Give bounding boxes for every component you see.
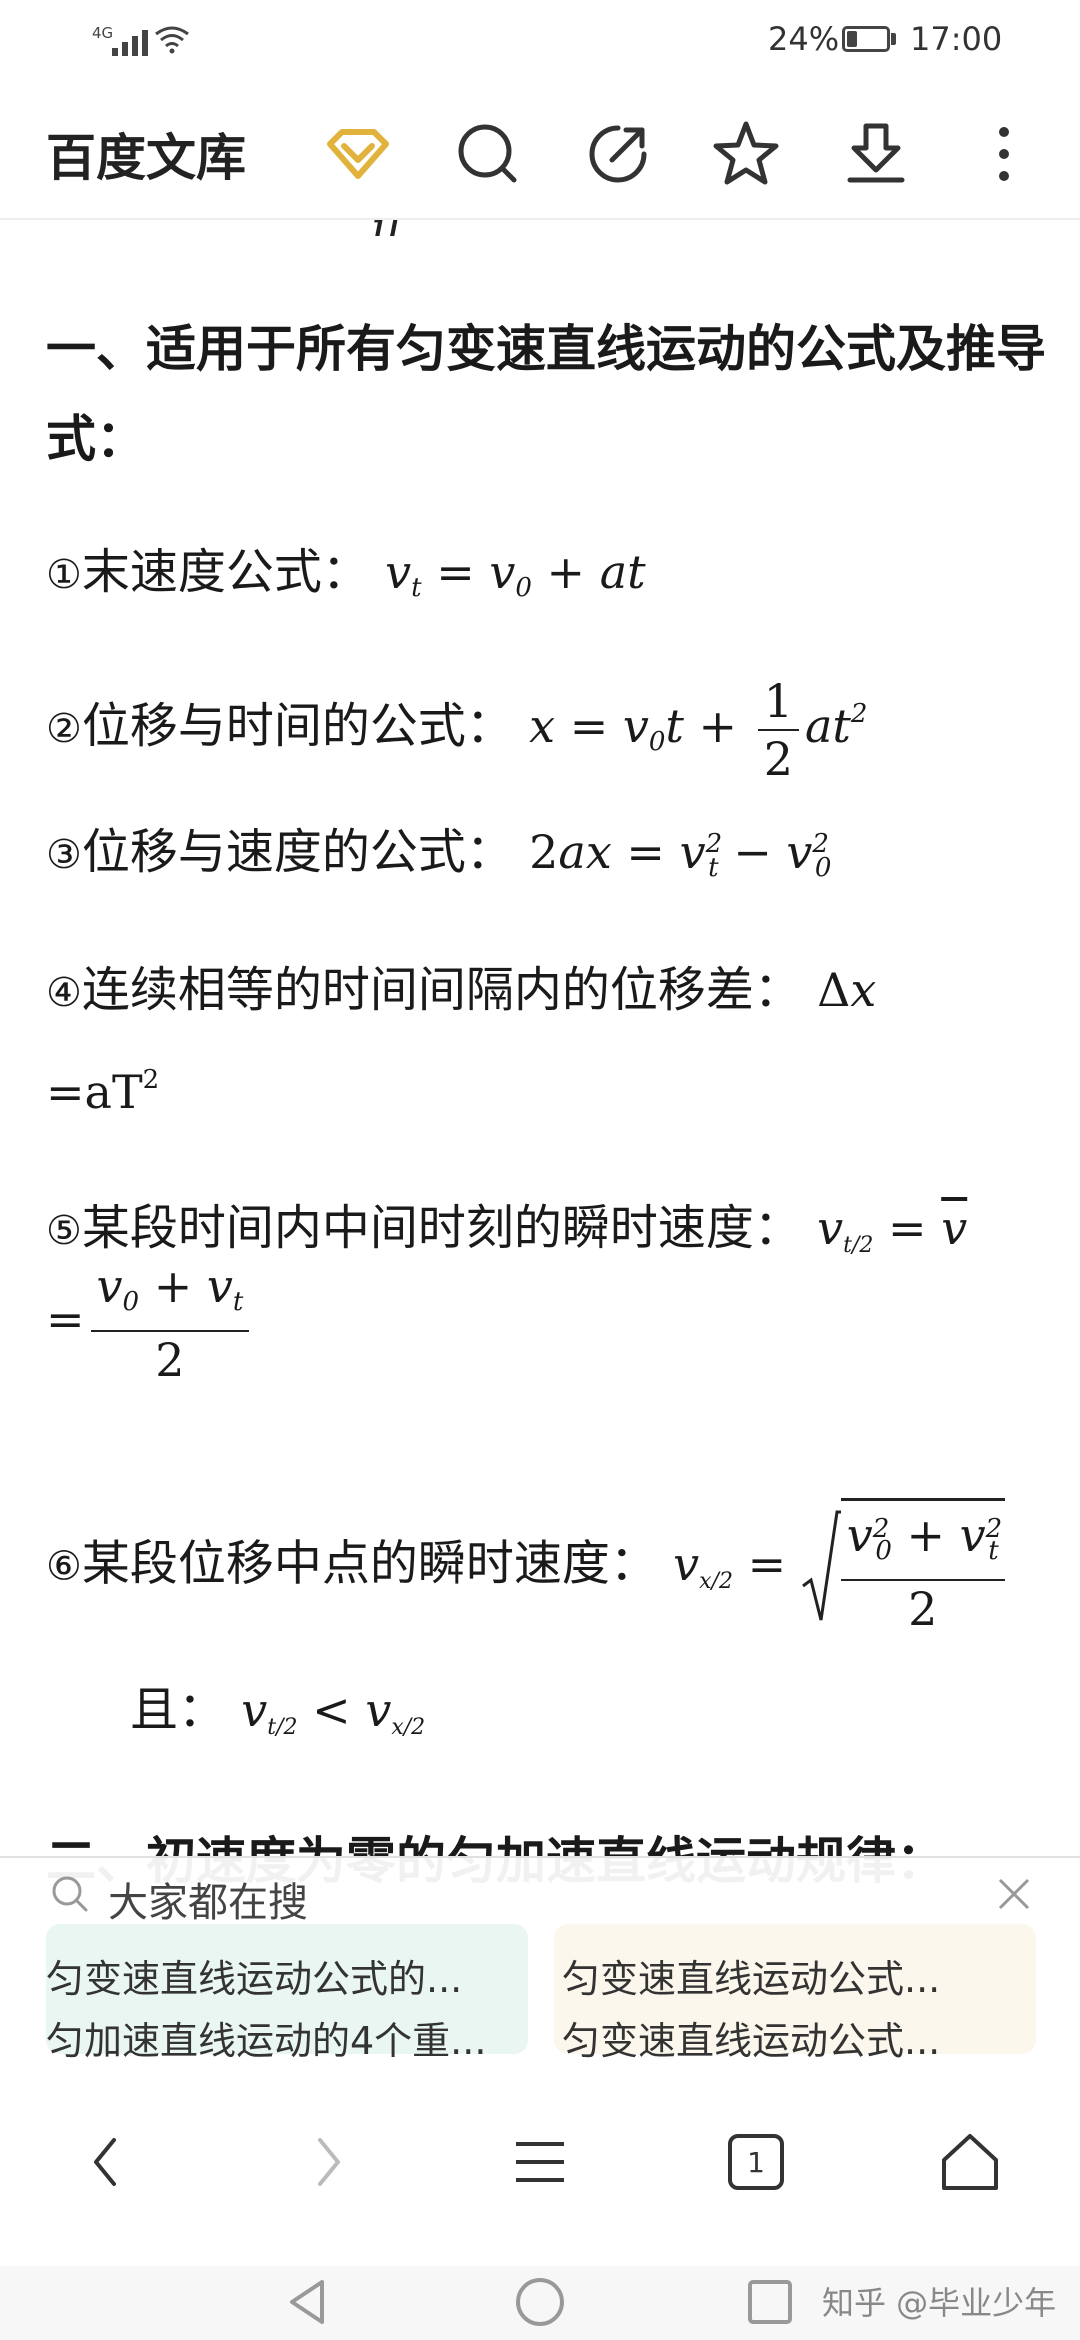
formula-line-5-cont: = v0 + vt 2 xyxy=(46,1258,255,1388)
close-icon[interactable] xyxy=(990,1870,1038,1918)
formula-line-4: ④连续相等的时间间隔内的位移差： Δx xyxy=(46,962,877,1018)
section-title-1: 一、适用于所有匀变速直线运动的公式及推导式： xyxy=(46,320,1046,468)
back-icon[interactable] xyxy=(68,2122,148,2202)
formula-final-velocity: vt = v0 + at xyxy=(385,545,646,603)
download-icon[interactable] xyxy=(836,114,916,194)
watermark: 知乎 @毕业少年 xyxy=(822,2284,1057,2322)
clock: 17:00 xyxy=(910,20,1003,58)
cut-off-formula: u xyxy=(371,218,401,236)
formula-mid-time-velocity: vt/2 = v xyxy=(817,1201,968,1258)
suggest-item[interactable]: 匀变速直线运动公式... xyxy=(562,1948,1032,2003)
search-icon xyxy=(48,1872,92,1916)
suggest-item[interactable]: 匀变速直线运动公式... xyxy=(562,2010,1032,2065)
battery-percent: 24% xyxy=(768,20,840,58)
search-suggestions-panel: 大家都在搜 匀变速直线运动公式的... 匀变速直线运动公式... 匀加速直线运动… xyxy=(0,1856,1080,2080)
network-type: 4G xyxy=(92,24,114,42)
suggest-item[interactable]: 匀加速直线运动的4个重... xyxy=(46,2010,516,2065)
formula-line-4-cont: =aT2 xyxy=(46,1065,160,1119)
formula-line-2: ②位移与时间的公式： x = v0t + 1 2 at2 xyxy=(46,674,868,786)
system-home-icon[interactable] xyxy=(508,2270,572,2334)
formula-displacement-time: x = v0t + 1 2 at2 xyxy=(529,674,868,786)
formula-line-6-cont: 且： vt/2 < vx/2 xyxy=(130,1682,426,1740)
formula-line-1: ①末速度公式： vt = v0 + at xyxy=(46,544,646,603)
formula-line-3: ③位移与速度的公式： 2ax = v2t − v20 xyxy=(46,824,832,883)
suggest-item[interactable]: 匀变速直线运动公式的... xyxy=(46,1948,516,2003)
browser-nav-bar: 1 xyxy=(0,2076,1080,2266)
formula-mid-position-velocity: vx/2 = v20 + v2t 2 xyxy=(673,1498,1011,1636)
system-back-icon[interactable] xyxy=(276,2270,340,2334)
more-vertical-icon[interactable] xyxy=(964,114,1044,194)
menu-icon[interactable] xyxy=(500,2122,580,2202)
suggest-title: 大家都在搜 xyxy=(108,1880,308,1926)
formula-inequality: vt/2 < vx/2 xyxy=(241,1683,426,1740)
status-bar: 4G 24% 17:00 xyxy=(0,0,1080,86)
signal-icon: 4G xyxy=(92,22,192,62)
share-icon[interactable] xyxy=(578,114,658,194)
wifi-icon xyxy=(155,26,189,54)
vip-diamond-icon[interactable] xyxy=(318,114,398,194)
home-icon[interactable] xyxy=(930,2122,1010,2202)
battery-icon xyxy=(842,26,890,52)
system-nav-bar: 知乎 @毕业少年 xyxy=(0,2266,1080,2340)
formula-displacement-velocity: 2ax = v2t − v20 xyxy=(529,825,832,883)
app-toolbar: 百度文库 xyxy=(0,86,1080,220)
star-icon[interactable] xyxy=(706,114,786,194)
formula-line-6: ⑥某段位移中点的瞬时速度： vx/2 = v20 + v2t 2 xyxy=(46,1498,1011,1642)
brand-logo-text[interactable]: 百度文库 xyxy=(46,118,246,190)
formula-delta-x: Δx xyxy=(817,963,877,1017)
search-icon[interactable] xyxy=(448,114,528,194)
forward-icon[interactable] xyxy=(286,2122,366,2202)
system-recents-icon[interactable] xyxy=(738,2270,802,2334)
tabs-icon[interactable]: 1 xyxy=(716,2122,796,2202)
tab-count: 1 xyxy=(747,2146,765,2179)
